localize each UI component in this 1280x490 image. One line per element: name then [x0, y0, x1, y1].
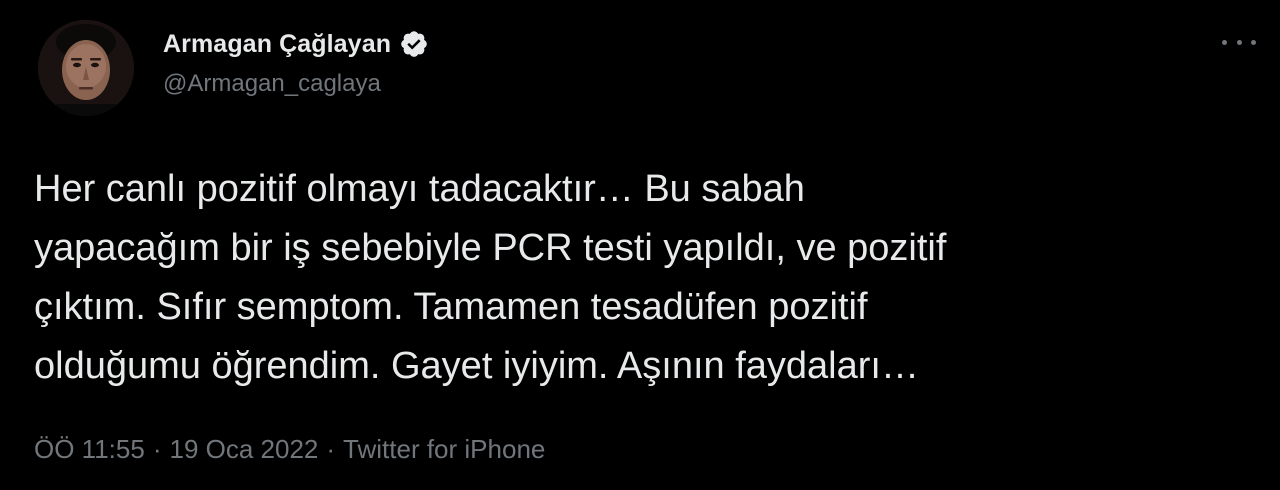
display-name[interactable]: Armagan Çağlayan: [163, 30, 391, 59]
meta-separator: ·: [152, 434, 162, 464]
verified-badge-icon: [399, 29, 429, 59]
more-dot: [1222, 39, 1227, 45]
meta-separator: ·: [326, 434, 336, 464]
author-name-row: Armagan Çağlayan: [163, 24, 429, 64]
more-dot: [1251, 39, 1256, 45]
more-options-icon[interactable]: [1222, 30, 1256, 54]
avatar[interactable]: [38, 20, 134, 116]
user-handle[interactable]: @Armagan_caglaya: [163, 70, 381, 98]
more-dot: [1236, 39, 1242, 45]
tweet-date[interactable]: 19 Oca 2022: [169, 434, 318, 465]
tweet-source[interactable]: Twitter for iPhone: [343, 434, 545, 465]
tweet-text: Her canlı pozitif olmayı tadacaktır… Bu …: [34, 168, 947, 387]
profile-photo: [38, 20, 134, 116]
tweet-card: Armagan Çağlayan @Armagan_caglaya Her ca…: [0, 0, 1280, 490]
tweet-time[interactable]: ÖÖ 11:55: [34, 434, 145, 465]
tweet-meta: ÖÖ 11:55 · 19 Oca 2022 · Twitter for iPh…: [34, 434, 545, 465]
